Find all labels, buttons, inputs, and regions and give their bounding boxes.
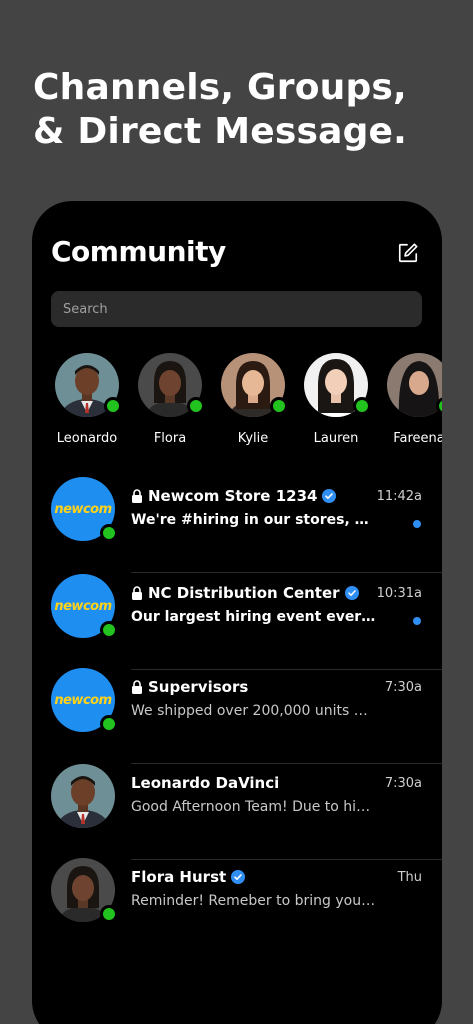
conversation-name: Flora Hurst: [131, 868, 227, 886]
avatar: [387, 353, 442, 417]
divider: [131, 572, 442, 573]
headline-line-1: Channels, Groups,: [33, 67, 407, 108]
story-kylie[interactable]: Kylie: [211, 353, 295, 446]
story-name: Kylie: [237, 431, 269, 446]
timestamp: 10:31a: [376, 586, 422, 601]
conversation-item[interactable]: Leonardo DaVinci 7:30a Good Afternoon Te…: [32, 764, 442, 860]
online-indicator: [104, 397, 122, 415]
conversation-name: Newcom Store 1234: [148, 487, 318, 505]
phone-screen: Community Search Leonardo Flora Kylie La…: [32, 201, 442, 1024]
online-indicator: [100, 905, 118, 923]
search-input[interactable]: [51, 291, 422, 327]
story-name: Flora: [153, 431, 187, 446]
timestamp: 7:30a: [384, 776, 422, 791]
story-leonardo[interactable]: Leonardo: [45, 353, 129, 446]
unread-dot: [413, 617, 421, 625]
online-indicator: [100, 715, 118, 733]
headline: Channels, Groups, & Direct Message.: [33, 66, 453, 154]
conversation-name: NC Distribution Center: [148, 584, 340, 602]
brand-logo: newcom: [54, 501, 112, 517]
conversation-name: Leonardo DaVinci: [131, 774, 280, 792]
conversation-title: NC Distribution Center: [131, 584, 359, 602]
story-lauren[interactable]: Lauren: [294, 353, 378, 446]
timestamp: Thu: [397, 870, 422, 885]
story-flora[interactable]: Flora: [128, 353, 212, 446]
avatar: [138, 353, 205, 417]
conversation-item[interactable]: newcom Supervisors 7:30a We shipped over…: [32, 668, 442, 764]
headline-line-2: & Direct Message.: [33, 111, 408, 152]
message-preview: Reminder! Remeber to bring your…: [131, 893, 376, 909]
compose-button[interactable]: [394, 239, 422, 267]
avatar: [51, 858, 118, 923]
story-fareena[interactable]: Fareena: [377, 353, 442, 446]
avatar: newcom: [51, 668, 118, 733]
page-title: Community: [51, 235, 226, 268]
online-indicator: [270, 397, 288, 415]
avatar: newcom: [51, 574, 118, 639]
verified-icon: [231, 870, 246, 884]
brand-logo: newcom: [54, 692, 112, 708]
avatar: [51, 764, 115, 828]
online-indicator: [187, 397, 205, 415]
message-preview: Our largest hiring event ever is…: [131, 609, 376, 625]
conversation-name: Supervisors: [148, 678, 249, 696]
compose-icon: [398, 243, 418, 263]
verified-icon: [322, 489, 337, 503]
lock-icon: [131, 680, 143, 694]
conversation-item[interactable]: newcom Newcom Store 1234 11:42a We're #h…: [32, 477, 442, 573]
avatar: [55, 353, 122, 417]
conversation-title: Leonardo DaVinci: [131, 774, 279, 792]
story-name: Leonardo: [56, 431, 118, 446]
avatar: [304, 353, 371, 417]
story-name: Fareena: [393, 431, 442, 446]
timestamp: 11:42a: [376, 489, 422, 504]
message-preview: Good Afternoon Team! Due to high…: [131, 799, 376, 815]
online-indicator: [100, 524, 118, 542]
avatar: newcom: [51, 477, 118, 542]
unread-dot: [413, 520, 421, 528]
message-preview: We're #hiring in our stores, distr…: [131, 512, 376, 528]
brand-logo: newcom: [54, 598, 112, 614]
conversation-title: Supervisors: [131, 678, 248, 696]
story-row: Leonardo Flora Kylie Lauren Fareena: [32, 353, 442, 453]
avatar: [221, 353, 288, 417]
online-indicator: [353, 397, 371, 415]
conversation-item[interactable]: newcom NC Distribution Center 10:31a Our…: [32, 574, 442, 670]
online-indicator: [100, 621, 118, 639]
timestamp: 7:30a: [384, 680, 422, 695]
online-indicator: [436, 397, 442, 415]
lock-icon: [131, 489, 143, 503]
lock-icon: [131, 586, 143, 600]
story-name: Lauren: [313, 431, 359, 446]
message-preview: We shipped over 200,000 units yeste…: [131, 703, 376, 719]
conversation-title: Flora Hurst: [131, 868, 246, 886]
verified-icon: [344, 586, 359, 600]
conversation-title: Newcom Store 1234: [131, 487, 337, 505]
conversation-item[interactable]: Flora Hurst Thu Reminder! Remeber to bri…: [32, 858, 442, 954]
